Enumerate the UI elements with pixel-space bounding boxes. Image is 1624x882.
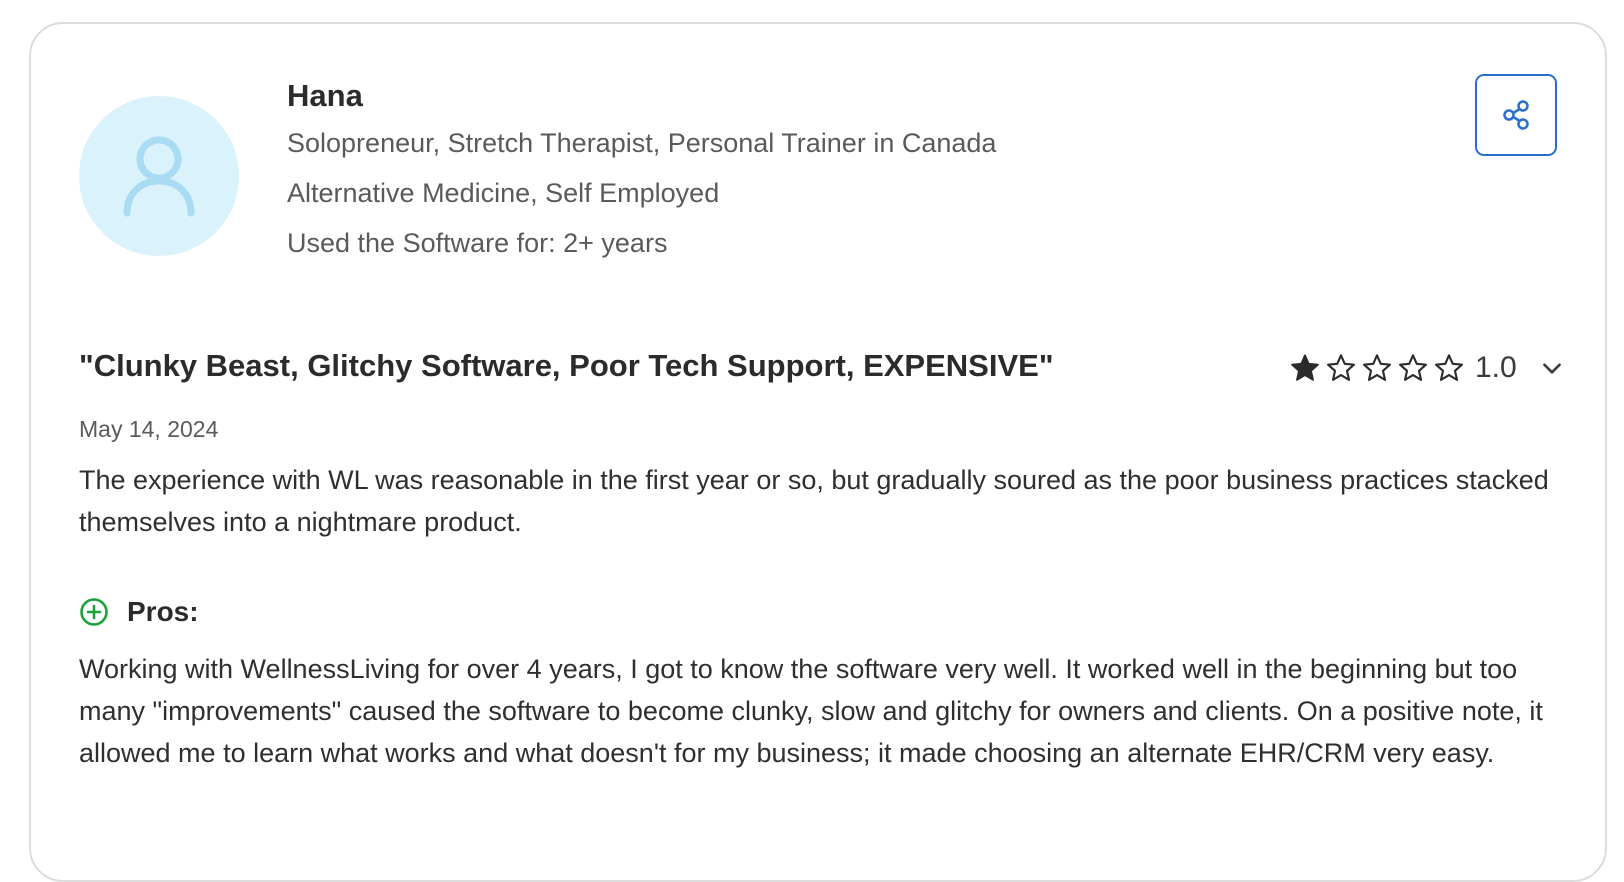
star-empty-icon: [1399, 354, 1427, 381]
share-button[interactable]: [1475, 74, 1557, 156]
reviewer-usage: Used the Software for: 2+ years: [287, 228, 668, 258]
share-icon: [1503, 100, 1529, 130]
review-title: "Clunky Beast, Glitchy Software, Poor Te…: [79, 348, 1054, 383]
reviewer-name: Hana: [287, 78, 363, 113]
user-placeholder-icon: [123, 136, 195, 217]
star-empty-icon: [1435, 354, 1463, 381]
chevron-down-icon[interactable]: [1539, 355, 1565, 381]
star-empty-icon: [1363, 354, 1391, 381]
avatar: [79, 96, 239, 256]
star-rating: 1.0: [1289, 348, 1565, 388]
star-filled-icon: [1291, 354, 1319, 381]
plus-circle-icon: [80, 598, 108, 626]
review-summary: The experience with WL was reasonable in…: [79, 465, 1549, 537]
review-card: Hana Solopreneur, Stretch Therapist, Per…: [29, 22, 1607, 882]
pros-label: Pros:: [127, 596, 199, 627]
reviewer-industry: Alternative Medicine, Self Employed: [287, 178, 720, 208]
rating-value: 1.0: [1475, 351, 1517, 384]
star-empty-icon: [1327, 354, 1355, 381]
pros-text: Working with WellnessLiving for over 4 y…: [79, 654, 1543, 768]
pros-heading: Pros:: [79, 592, 199, 632]
review-date: May 14, 2024: [79, 416, 219, 442]
reviewer-info: Hana Solopreneur, Stretch Therapist, Per…: [287, 76, 996, 276]
reviewer-role: Solopreneur, Stretch Therapist, Personal…: [287, 128, 997, 158]
